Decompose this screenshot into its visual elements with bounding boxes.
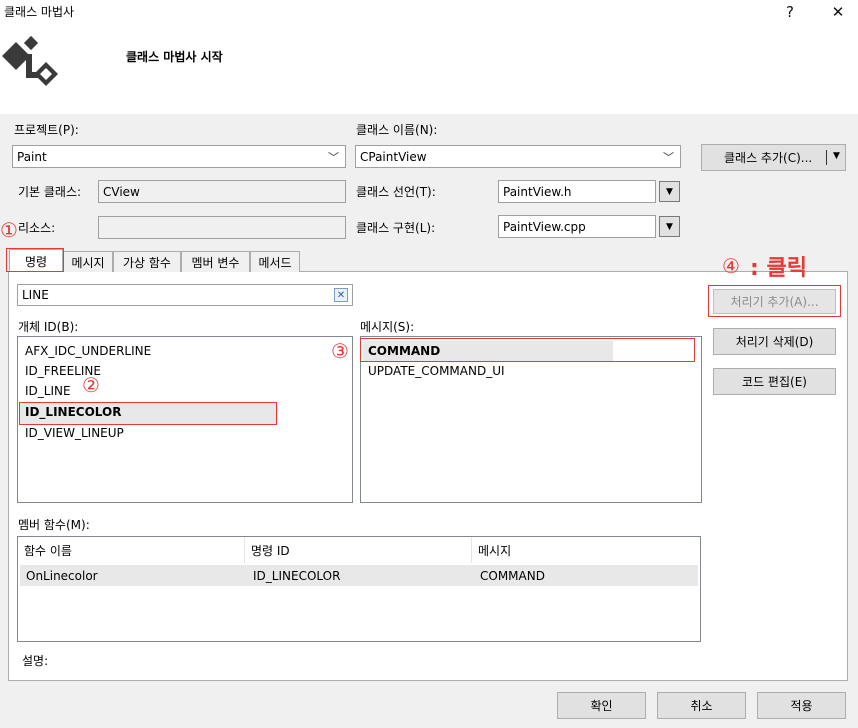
class-decl-dropdown-icon[interactable]: ▼ (659, 181, 680, 202)
table-cell: ID_LINECOLOR (253, 569, 341, 583)
header-banner (0, 24, 858, 114)
member-functions-table[interactable]: 함수 이름 명령 ID 메시지 OnLinecolor ID_LINECOLOR… (17, 536, 701, 642)
resource-field[interactable] (98, 216, 346, 239)
header-title: 클래스 마법사 시작 (126, 50, 223, 64)
tab-member-variables[interactable]: 멤버 변수 (181, 251, 250, 272)
class-impl-label: 클래스 구현(L): (356, 221, 436, 235)
list-item[interactable]: AFX_IDC_UNDERLINE (25, 344, 151, 358)
class-decl-field[interactable]: PaintView.h (498, 180, 656, 203)
window-title: 클래스 마법사 (4, 5, 75, 19)
class-decl-value: PaintView.h (503, 184, 572, 199)
base-class-field[interactable]: CView (98, 180, 346, 203)
base-class-label: 기본 클래스: (18, 185, 82, 199)
search-input[interactable]: LINE ✕ (17, 284, 353, 306)
annotation-two: ② (82, 373, 100, 397)
close-button[interactable]: ✕ (818, 0, 858, 24)
class-decl-label: 클래스 선언(T): (356, 185, 436, 199)
member-functions-label: 멤버 함수(M): (18, 518, 90, 532)
project-label: 프로젝트(P): (14, 123, 79, 137)
project-combo[interactable]: Paint ﹀ (12, 145, 346, 168)
annotation-box-object-id (19, 402, 277, 425)
class-name-combo[interactable]: CPaintView ﹀ (355, 145, 681, 168)
list-item[interactable]: ID_VIEW_LINEUP (25, 426, 124, 440)
ok-button[interactable]: 확인 (557, 692, 646, 719)
table-cell: COMMAND (480, 569, 545, 583)
apply-button[interactable]: 적용 (757, 692, 846, 719)
messages-label: 메시지(S): (360, 320, 415, 334)
description-label: 설명: (22, 654, 49, 668)
chevron-down-icon: ﹀ (328, 151, 339, 164)
table-cell: OnLinecolor (26, 569, 98, 583)
add-class-button[interactable]: 클래스 추가(C)... ▼ (701, 144, 846, 171)
table-row[interactable] (20, 565, 698, 586)
annotation-four: ④ (722, 254, 740, 278)
resource-label: 리소스: (18, 221, 56, 235)
column-header[interactable]: 함수 이름 (18, 537, 245, 563)
delete-handler-button[interactable]: 처리기 삭제(D) (713, 328, 836, 355)
list-item[interactable]: ID_LINE (25, 384, 71, 398)
class-name-value: CPaintView (360, 149, 427, 164)
title-bar (0, 0, 858, 24)
annotation-box-add-handler (708, 285, 841, 317)
search-clear-icon[interactable]: ✕ (334, 288, 348, 302)
edit-code-button[interactable]: 코드 편집(E) (713, 368, 836, 395)
tab-messages[interactable]: 메시지 (63, 251, 113, 272)
project-value: Paint (17, 149, 47, 164)
annotation-box-tab (6, 248, 64, 272)
split-divider (826, 150, 827, 165)
annotation-box-message (360, 338, 695, 362)
add-class-label: 클래스 추가(C)... (724, 151, 813, 165)
tab-virtual-functions[interactable]: 가상 함수 (113, 251, 181, 272)
class-impl-value: PaintView.cpp (503, 219, 586, 234)
chevron-down-icon: ﹀ (663, 151, 674, 164)
dropdown-arrow-icon[interactable]: ▼ (833, 151, 840, 161)
search-value: LINE (22, 288, 49, 302)
column-header[interactable]: 메시지 (472, 537, 700, 563)
cancel-button[interactable]: 취소 (657, 692, 746, 719)
annotation-click-label: : 클릭 (750, 256, 807, 281)
annotation-one: ① (0, 218, 18, 242)
class-wizard-icon (2, 35, 58, 86)
object-ids-label: 개체 ID(B): (18, 320, 79, 334)
list-item[interactable]: UPDATE_COMMAND_UI (368, 364, 505, 378)
class-impl-dropdown-icon[interactable]: ▼ (659, 216, 680, 237)
class-name-label: 클래스 이름(N): (356, 123, 438, 137)
help-button[interactable]: ? (770, 0, 810, 24)
base-class-value: CView (103, 184, 140, 199)
class-impl-field[interactable]: PaintView.cpp (498, 215, 656, 238)
tab-methods[interactable]: 메서드 (250, 251, 300, 272)
column-header[interactable]: 명령 ID (245, 537, 472, 563)
annotation-three: ③ (331, 339, 349, 363)
